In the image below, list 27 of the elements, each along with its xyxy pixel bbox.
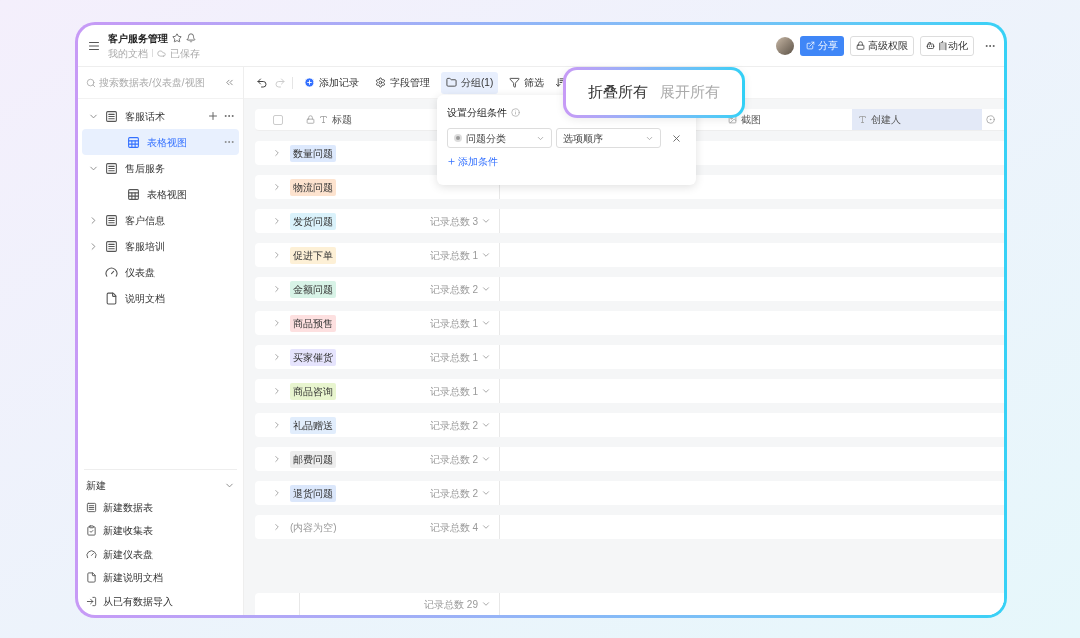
group-tag: 买家催货	[290, 348, 336, 366]
group-tag: 促进下单	[290, 246, 336, 264]
group-tag: 邮费问题	[290, 450, 336, 468]
record-count: 记录总数 2	[429, 282, 478, 297]
record-count: 记录总数 4	[429, 520, 478, 535]
save-status: 已保存	[170, 46, 200, 61]
group-tag: 金额问题	[290, 280, 336, 298]
record-count: 记录总数 1	[429, 384, 478, 399]
group-tag: 礼品赠送	[290, 416, 336, 434]
popup-title: 设置分组条件	[447, 106, 507, 120]
group-tag: 发货问题	[290, 212, 336, 230]
group-tag: 退货问题	[290, 484, 336, 502]
section-title: 新建	[86, 479, 106, 493]
record-count: 记录总数 1	[429, 248, 478, 263]
group-tag: 商品预售	[290, 314, 336, 332]
record-count: 记录总数 3	[429, 214, 478, 229]
group-tag: 商品咨询	[290, 382, 336, 400]
record-count: 记录总数 2	[429, 452, 478, 467]
record-count: 记录总数 2	[429, 418, 478, 433]
document-title: 客户服务管理	[108, 31, 168, 46]
record-count: 记录总数 2	[429, 486, 478, 501]
total-count: 记录总数 29	[424, 597, 478, 612]
group-tag: 物流问题	[290, 178, 336, 196]
empty-group-label: (内容为空)	[290, 520, 337, 535]
record-count: 记录总数 1	[429, 316, 478, 331]
group-tag: 数量问题	[290, 144, 336, 162]
record-count: 记录总数 1	[429, 350, 478, 365]
